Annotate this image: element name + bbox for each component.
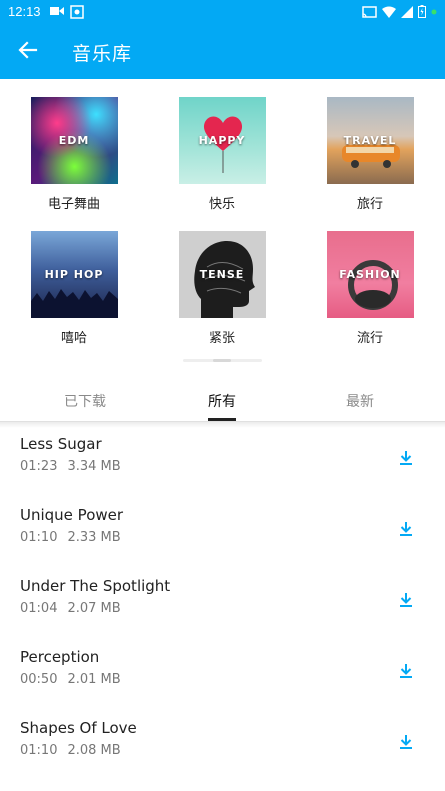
download-icon <box>400 593 412 607</box>
genre-item-edm[interactable]: EDM 电子舞曲 <box>24 97 124 212</box>
track-duration: 01:23 <box>20 459 58 474</box>
screenshot-icon <box>70 5 84 19</box>
genre-item-hiphop[interactable]: HIP HOP 嘻哈 <box>24 231 124 346</box>
track-size: 2.08 MB <box>67 743 121 758</box>
download-button[interactable] <box>395 731 417 753</box>
track-duration: 01:10 <box>20 743 58 758</box>
track-size: 2.07 MB <box>67 601 121 616</box>
download-icon <box>400 451 412 465</box>
download-button[interactable] <box>395 447 417 469</box>
track-duration: 01:10 <box>20 530 58 545</box>
download-button[interactable] <box>395 518 417 540</box>
genre-thumbnail: EDM <box>30 97 118 184</box>
genre-item-fashion[interactable]: FASHION 流行 <box>320 231 420 346</box>
download-icon <box>400 664 412 678</box>
tab-downloaded[interactable]: 已下载 <box>11 378 159 422</box>
download-button[interactable] <box>395 589 417 611</box>
track-meta: 01:10 2.08 MB <box>20 743 121 758</box>
genre-thumbnail: FASHION <box>326 231 414 318</box>
genre-thumb-text: HAPPY <box>198 134 246 147</box>
genre-thumb-text: EDM <box>58 134 90 147</box>
track-title: Unique Power <box>20 506 124 524</box>
genre-label: 紧张 <box>208 331 235 346</box>
track-row[interactable]: Under The Spotlight 01:04 2.07 MB <box>0 570 445 641</box>
track-title: Shapes Of Love <box>20 719 137 737</box>
track-size: 3.34 MB <box>67 459 121 474</box>
wifi-icon <box>382 6 396 18</box>
track-meta: 01:23 3.34 MB <box>20 459 121 474</box>
tab-bar: 已下载 所有 最新 <box>0 378 445 422</box>
track-meta: 01:10 2.33 MB <box>20 530 121 545</box>
tab-all[interactable]: 所有 <box>148 378 296 422</box>
track-duration: 01:04 <box>20 601 58 616</box>
track-row[interactable]: Less Sugar 01:23 3.34 MB <box>0 428 445 499</box>
genre-thumbnail: HIP HOP <box>30 231 118 318</box>
genre-item-travel[interactable]: TRAVEL 旅行 <box>320 97 420 212</box>
track-title: Less Sugar <box>20 435 102 453</box>
signal-icon <box>401 5 413 18</box>
app-bar: 音乐库 <box>0 24 445 79</box>
video-icon <box>50 5 64 19</box>
page-title: 音乐库 <box>72 43 133 65</box>
genre-scroll-indicator <box>183 359 262 362</box>
cast-icon <box>362 5 377 18</box>
status-time: 12:13 <box>8 4 41 19</box>
track-title: Perception <box>20 648 100 666</box>
genre-thumbnail: HAPPY <box>178 97 266 184</box>
crowd-icon <box>30 289 118 318</box>
genre-thumb-text: HIP HOP <box>44 268 104 281</box>
track-row[interactable]: Shapes Of Love 01:10 2.08 MB <box>0 712 445 783</box>
genre-thumb-text: TENSE <box>199 268 245 281</box>
scroll-indicator-thumb <box>213 359 231 362</box>
genre-label: 嘻哈 <box>60 331 87 346</box>
tab-latest[interactable]: 最新 <box>286 378 434 422</box>
genre-thumb-text: TRAVEL <box>343 134 397 147</box>
battery-icon <box>418 5 426 18</box>
back-button[interactable] <box>14 38 42 66</box>
genre-thumb-text: FASHION <box>339 268 401 281</box>
genre-item-tense[interactable]: TENSE 紧张 <box>172 231 272 346</box>
track-size: 2.33 MB <box>67 530 121 545</box>
notification-dot-icon <box>431 9 437 15</box>
genre-thumbnail: TRAVEL <box>326 97 414 184</box>
headphones-icon <box>347 260 398 310</box>
track-duration: 00:50 <box>20 672 58 687</box>
download-icon <box>400 522 412 536</box>
genre-label: 流行 <box>356 331 383 346</box>
genre-thumbnail: TENSE <box>178 231 266 318</box>
track-title: Under The Spotlight <box>20 577 171 595</box>
track-size: 2.01 MB <box>67 672 121 687</box>
track-meta: 01:04 2.07 MB <box>20 601 121 616</box>
download-button[interactable] <box>395 660 417 682</box>
genre-label: 电子舞曲 <box>47 197 100 212</box>
track-meta: 00:50 2.01 MB <box>20 672 121 687</box>
active-tab-indicator <box>208 418 236 421</box>
track-row[interactable]: Unique Power 01:10 2.33 MB <box>0 499 445 570</box>
status-bar: 12:13 <box>0 0 445 24</box>
genre-label: 旅行 <box>356 197 383 212</box>
genre-label: 快乐 <box>208 197 235 212</box>
track-row[interactable]: Perception 00:50 2.01 MB <box>0 641 445 712</box>
genre-item-happy[interactable]: HAPPY 快乐 <box>172 97 272 212</box>
arrow-left-icon <box>18 40 38 64</box>
download-icon <box>400 735 412 749</box>
